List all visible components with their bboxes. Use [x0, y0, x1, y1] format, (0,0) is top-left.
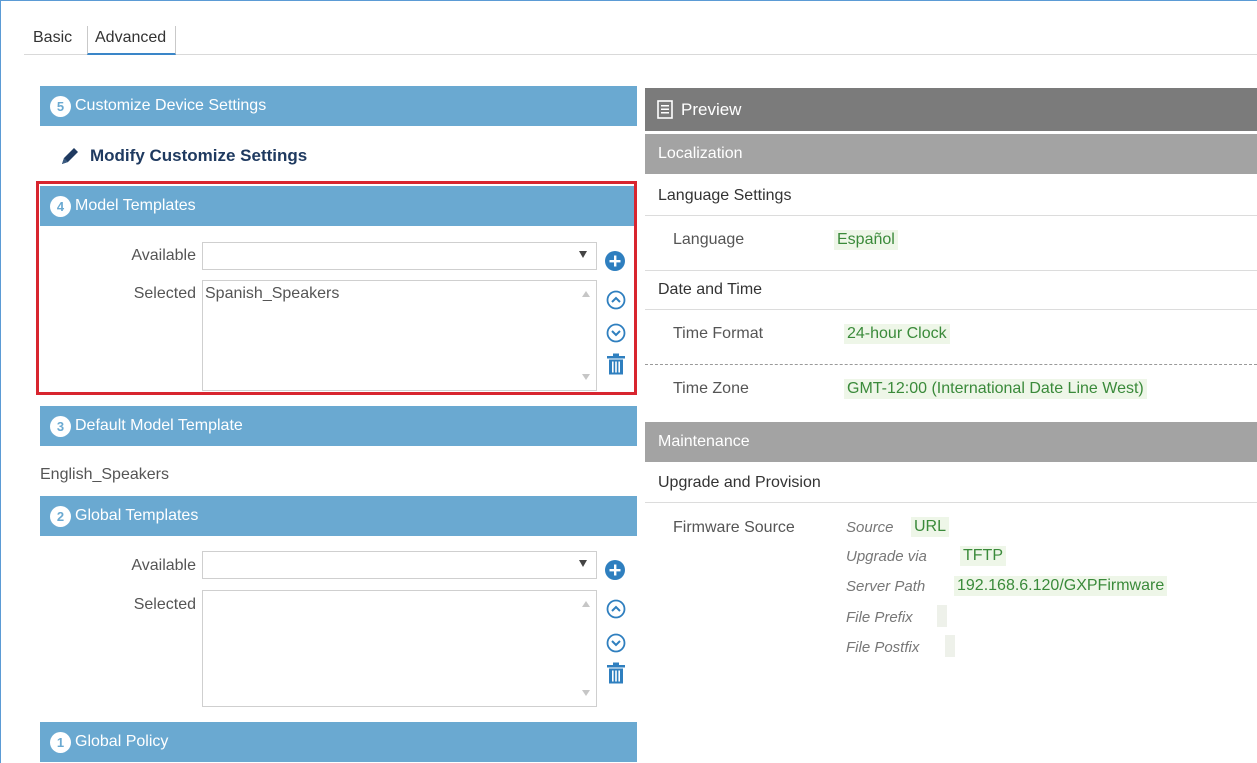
global-templates-selected-list[interactable] [202, 590, 597, 707]
upgrade-via-label: Upgrade via [846, 548, 927, 565]
scrollbar[interactable] [578, 591, 596, 706]
plus-circle-icon [605, 251, 625, 271]
file-postfix-value [945, 635, 955, 657]
step-number-badge: 3 [50, 415, 71, 437]
available-label: Available [131, 557, 196, 574]
trash-icon [607, 353, 625, 375]
chevron-down-circle-icon [606, 633, 626, 653]
subheader-language-settings: Language Settings [645, 176, 1257, 216]
dashed-divider [645, 364, 1257, 365]
model-templates-available-select[interactable] [202, 242, 597, 270]
file-prefix-value [937, 605, 947, 627]
preview-header: Preview [645, 88, 1257, 131]
document-icon [657, 100, 673, 119]
section-title: Global Templates [75, 507, 199, 524]
delete-button[interactable] [605, 353, 627, 375]
window-left-border [0, 0, 1, 763]
dropdown-caret-icon [579, 560, 587, 567]
list-item[interactable]: Spanish_Speakers [203, 281, 596, 307]
subheader-date-and-time: Date and Time [645, 270, 1257, 310]
preview-title: Preview [681, 99, 742, 119]
step-number-badge: 5 [50, 95, 71, 117]
tab-advanced[interactable]: Advanced [87, 26, 177, 55]
delete-button[interactable] [605, 662, 627, 684]
pencil-icon [60, 146, 80, 166]
time-zone-value: GMT-12:00 (International Date Line West) [844, 379, 1147, 399]
language-value: Español [834, 230, 898, 250]
selected-label: Selected [133, 285, 196, 302]
group-header-maintenance: Maintenance [645, 422, 1257, 462]
file-postfix-label: File Postfix [846, 639, 920, 656]
step-number-badge: 1 [50, 731, 71, 753]
selected-label: Selected [133, 596, 196, 613]
section-title: Global Policy [75, 733, 169, 750]
firmware-source-label: Firmware Source [673, 519, 795, 536]
time-zone-label: Time Zone [673, 380, 749, 397]
default-model-template-value: English_Speakers [40, 466, 169, 483]
section-customize-device-settings: 5 Customize Device Settings [40, 86, 637, 126]
chevron-up-circle-icon [606, 599, 626, 619]
step-number-badge: 2 [50, 505, 71, 527]
chevron-up-circle-icon [606, 290, 626, 310]
add-model-template-button[interactable] [604, 250, 626, 272]
file-prefix-label: File Prefix [846, 609, 913, 626]
time-format-label: Time Format [673, 325, 764, 342]
dropdown-caret-icon [579, 251, 587, 258]
upgrade-via-value: TFTP [960, 546, 1006, 566]
section-title: Default Model Template [75, 417, 243, 434]
scrollbar[interactable] [578, 281, 596, 390]
source-label: Source [846, 519, 894, 536]
add-global-template-button[interactable] [604, 559, 626, 581]
time-format-value: 24-hour Clock [844, 324, 950, 344]
section-global-policy: 1 Global Policy [40, 722, 637, 762]
section-default-model-template: 3 Default Model Template [40, 406, 637, 446]
language-label: Language [673, 231, 745, 248]
step-number-badge: 4 [50, 195, 71, 217]
group-header-localization: Localization [645, 134, 1257, 174]
chevron-down-circle-icon [606, 323, 626, 343]
section-global-templates: 2 Global Templates [40, 496, 637, 536]
plus-circle-icon [605, 560, 625, 580]
global-templates-available-select[interactable] [202, 551, 597, 579]
section-title: Model Templates [75, 197, 196, 214]
move-up-button[interactable] [605, 289, 627, 311]
modify-customize-settings-link[interactable]: Modify Customize Settings [60, 146, 307, 166]
move-down-button[interactable] [605, 632, 627, 654]
available-label: Available [131, 247, 196, 264]
modify-link-label: Modify Customize Settings [90, 146, 308, 165]
section-model-templates: 4 Model Templates [40, 186, 634, 226]
move-down-button[interactable] [605, 322, 627, 344]
tab-bar: Basic Advanced [24, 26, 1257, 55]
source-value: URL [911, 517, 950, 537]
trash-icon [607, 662, 625, 684]
move-up-button[interactable] [605, 598, 627, 620]
tab-basic[interactable]: Basic [33, 26, 72, 55]
model-templates-selected-list[interactable]: Spanish_Speakers [202, 280, 597, 391]
server-path-label: Server Path [846, 578, 926, 595]
section-title: Customize Device Settings [75, 97, 267, 114]
window-top-border [0, 0, 1257, 1]
subheader-upgrade-and-provision: Upgrade and Provision [645, 463, 1257, 503]
server-path-value: 192.168.6.120/GXPFirmware [954, 576, 1168, 596]
